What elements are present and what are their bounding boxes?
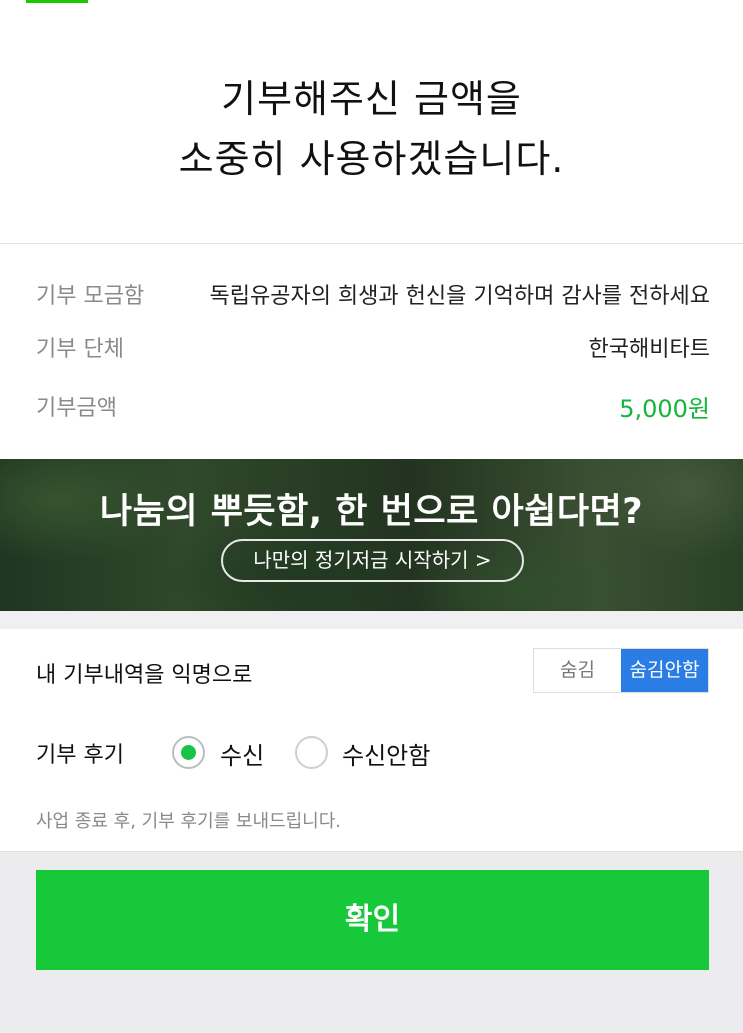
radio-selected-dot (181, 745, 196, 760)
review-note: 사업 종료 후, 기부 후기를 보내드립니다. (36, 811, 342, 832)
fund-label: 기부 모금함 (36, 284, 145, 309)
amount-value: 5,000원 (619, 395, 710, 423)
page-title-line1: 기부해주신 금액을 (221, 77, 522, 121)
receive-radio[interactable] (172, 736, 205, 769)
organization-row: 기부 단체 한국해비타트 (0, 330, 743, 370)
fund-row: 기부 모금함 독립유공자의 희생과 헌신을 기억하며 감사를 전하세요 (0, 277, 743, 317)
banner-headline: 나눔의 뿌듯함, 한 번으로 아쉽다면? (99, 492, 644, 532)
decline-radio[interactable] (295, 736, 328, 769)
donation-info-section: 기부 모금함 독립유공자의 희생과 헌신을 기억하며 감사를 전하세요 기부 단… (0, 243, 743, 459)
receive-radio-label[interactable]: 수신 (220, 736, 264, 771)
header: 기부해주신 금액을 소중히 사용하겠습니다. (0, 0, 743, 243)
review-label: 기부 후기 (36, 743, 124, 768)
page-title-line2: 소중히 사용하겠습니다. (178, 137, 565, 181)
anonymity-label: 내 기부내역을 익명으로 (36, 663, 253, 688)
amount-row: 기부금액 5,000원 (0, 389, 743, 429)
fund-value: 독립유공자의 희생과 헌신을 기억하며 감사를 전하세요 (209, 284, 711, 309)
confirm-button[interactable]: 확인 (36, 870, 709, 970)
top-accent-bar (26, 0, 88, 3)
organization-label: 기부 단체 (36, 337, 124, 362)
toggle-show-button[interactable]: 숨김안함 (621, 649, 708, 692)
organization-value: 한국해비타트 (588, 337, 710, 362)
start-saving-button[interactable]: 나만의 정기저금 시작하기 > (221, 539, 524, 582)
promo-banner[interactable]: 나눔의 뿌듯함, 한 번으로 아쉽다면? 나만의 정기저금 시작하기 > (0, 459, 743, 611)
amount-label: 기부금액 (36, 396, 117, 421)
decline-radio-label[interactable]: 수신안함 (342, 736, 430, 771)
footer: 확인 (0, 851, 743, 1033)
donation-options-section: 내 기부내역을 익명으로 숨김 숨김안함 기부 후기 수신 수신안함 사업 종료… (0, 611, 743, 851)
banner-background (0, 459, 743, 611)
anonymity-toggle: 숨김 숨김안함 (533, 648, 709, 693)
toggle-hide-button[interactable]: 숨김 (534, 649, 621, 692)
